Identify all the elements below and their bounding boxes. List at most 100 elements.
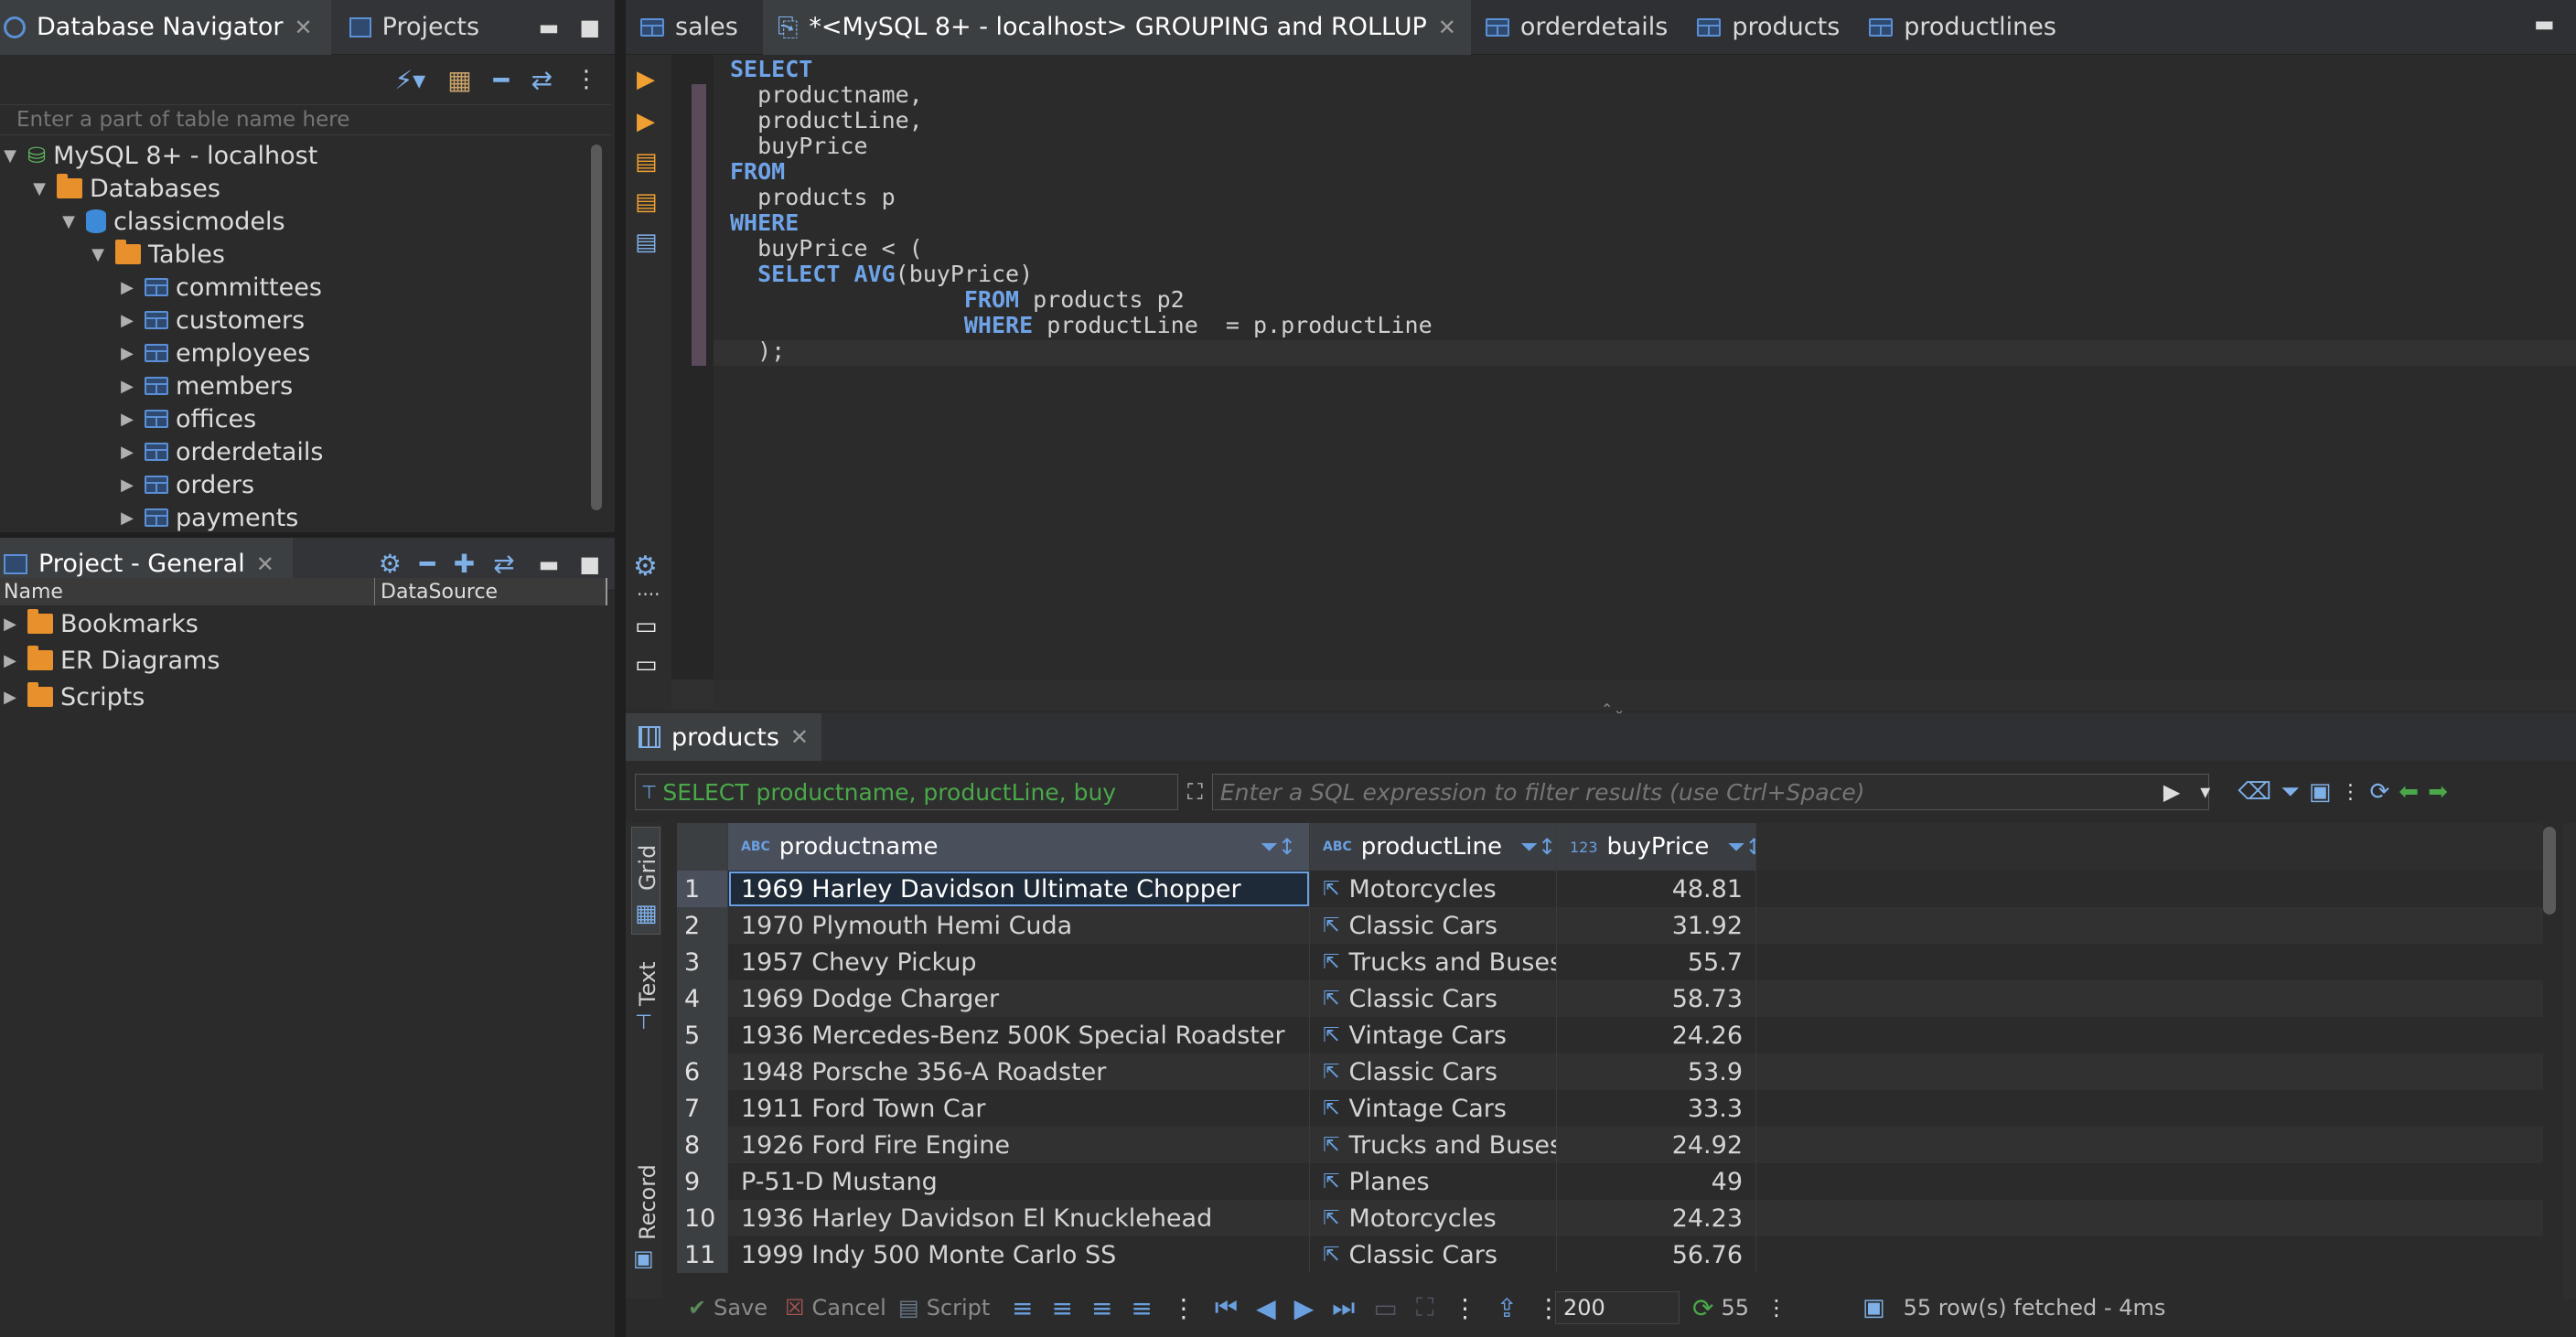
- table-row[interactable]: 5 1936 Mercedes-Benz 500K Special Roadste…: [677, 1017, 2543, 1054]
- clear-filter-icon[interactable]: ⌫: [2238, 778, 2271, 806]
- tree-item[interactable]: ▶ committees: [0, 271, 585, 304]
- new-connection-icon[interactable]: ⚡▾: [394, 65, 425, 95]
- save-filter-icon[interactable]: ▣: [2309, 778, 2332, 806]
- next-page-icon[interactable]: ▶: [1294, 1293, 1315, 1323]
- export-icon[interactable]: ⇪: [1496, 1293, 1517, 1323]
- row-number-header[interactable]: [677, 823, 728, 871]
- tree-item[interactable]: ▼ Tables: [0, 238, 585, 271]
- collapsed-arrow-icon[interactable]: ▶: [0, 688, 20, 707]
- foreign-key-link-icon[interactable]: ⇱: [1323, 1024, 1339, 1047]
- tree-item[interactable]: ▶ orders: [0, 468, 585, 501]
- collapsed-arrow-icon[interactable]: ▶: [117, 377, 137, 396]
- foreign-key-link-icon[interactable]: ⇱: [1323, 915, 1339, 937]
- foreign-key-link-icon[interactable]: ⇱: [1323, 988, 1339, 1011]
- cell-productline[interactable]: ⇱ Classic Cars: [1310, 980, 1557, 1017]
- editor-hscroll[interactable]: [714, 680, 2576, 708]
- cell-productline[interactable]: ⇱ Motorcycles: [1310, 1200, 1557, 1236]
- table-row[interactable]: 11 1999 Indy 500 Monte Carlo SS ⇱ Classic C…: [677, 1236, 2543, 1273]
- editor-tab[interactable]: orderdetails: [1471, 0, 1682, 55]
- collapsed-arrow-icon[interactable]: ▶: [117, 278, 137, 297]
- filter-settings-icon[interactable]: ⏷: [2281, 778, 2300, 807]
- explain-plan-icon[interactable]: ▤: [635, 229, 658, 256]
- foreign-key-link-icon[interactable]: ⇱: [1323, 1171, 1339, 1193]
- more-menu-icon[interactable]: ⋮: [574, 66, 598, 93]
- collapsed-arrow-icon[interactable]: ▶: [117, 311, 137, 330]
- row-number[interactable]: 1: [677, 871, 728, 907]
- execute-in-new-tab-icon[interactable]: ▶: [637, 108, 655, 135]
- row-number[interactable]: 3: [677, 944, 728, 980]
- editor-tab[interactable]: sales: [626, 0, 763, 55]
- cell-productline[interactable]: ⇱ Motorcycles: [1310, 871, 1557, 907]
- cell-productline[interactable]: ⇱ Planes: [1310, 1163, 1557, 1200]
- minimize-icon[interactable]: ▬: [539, 15, 560, 40]
- cell-productline[interactable]: ⇱ Classic Cars: [1310, 907, 1557, 944]
- collapsed-arrow-icon[interactable]: ▶: [117, 344, 137, 363]
- tab-database-navigator[interactable]: Database Navigator ✕: [0, 0, 331, 55]
- close-icon[interactable]: ✕: [790, 724, 809, 750]
- filter-sort-icon[interactable]: ⏷↕: [1261, 834, 1296, 860]
- row-number[interactable]: 11: [677, 1236, 728, 1273]
- expanded-arrow-icon[interactable]: ▼: [29, 179, 49, 198]
- navigator-scrollbar[interactable]: [591, 144, 602, 510]
- more-icon[interactable]: ····: [637, 583, 660, 605]
- tree-item[interactable]: ▶ payments: [0, 501, 585, 532]
- tree-item[interactable]: ▶ offices: [0, 402, 585, 435]
- cell-buyprice[interactable]: 48.81: [1557, 871, 1756, 907]
- cell-buyprice[interactable]: 49: [1557, 1163, 1756, 1200]
- editor-tab[interactable]: productlines: [1854, 0, 2071, 55]
- collapsed-arrow-icon[interactable]: ▶: [117, 508, 137, 528]
- copy-row-icon[interactable]: ≡: [1091, 1293, 1112, 1323]
- tab-projects[interactable]: Projects: [331, 0, 498, 55]
- cell-productline[interactable]: ⇱ Trucks and Buses: [1310, 1127, 1557, 1163]
- tree-item[interactable]: ▶ orderdetails: [0, 435, 585, 468]
- collapsed-arrow-icon[interactable]: ▶: [0, 651, 20, 670]
- table-row[interactable]: 1 1969 Harley Davidson Ultimate Chopper ⇱ M…: [677, 871, 2543, 907]
- script-button[interactable]: ▤ Script: [898, 1289, 990, 1326]
- project-item[interactable]: ▶ Scripts: [0, 680, 145, 713]
- panel-sash-handle[interactable]: ⌃⌄: [1601, 702, 1637, 717]
- first-page-icon[interactable]: ⏮: [1215, 1292, 1238, 1323]
- log-icon[interactable]: ▣: [1862, 1294, 1885, 1321]
- table-filter-input[interactable]: [0, 104, 611, 135]
- results-vscroll[interactable]: [2543, 827, 2556, 915]
- cell-productname[interactable]: 1969 Harley Davidson Ultimate Chopper: [728, 871, 1310, 907]
- save-script-icon[interactable]: ▭: [635, 651, 658, 679]
- cell-productline[interactable]: ⇱ Classic Cars: [1310, 1054, 1557, 1090]
- project-item[interactable]: ▶ Bookmarks: [0, 607, 199, 640]
- tree-item[interactable]: ▼ classicmodels: [0, 205, 585, 238]
- row-number[interactable]: 9: [677, 1163, 728, 1200]
- new-folder-icon[interactable]: ▦: [447, 65, 471, 95]
- last-page-icon[interactable]: ⏭: [1332, 1292, 1355, 1323]
- maximize-results-icon[interactable]: ⛶: [1416, 1292, 1434, 1323]
- foreign-key-link-icon[interactable]: ⇱: [1323, 1061, 1339, 1084]
- more-icon[interactable]: ⋮: [1452, 1293, 1477, 1323]
- row-number[interactable]: 10: [677, 1200, 728, 1236]
- close-icon[interactable]: ✕: [1438, 15, 1456, 40]
- foreign-key-link-icon[interactable]: ⇱: [1323, 1244, 1339, 1267]
- cell-productname[interactable]: 1936 Mercedes-Benz 500K Special Roadster: [728, 1017, 1310, 1054]
- filter-sort-icon[interactable]: ⏷↕: [1520, 834, 1556, 860]
- table-row[interactable]: 8 1926 Ford Fire Engine ⇱ Trucks and Buses 2…: [677, 1127, 2543, 1163]
- row-number[interactable]: 2: [677, 907, 728, 944]
- cell-productname[interactable]: 1936 Harley Davidson El Knucklehead: [728, 1200, 1310, 1236]
- expanded-arrow-icon[interactable]: ▼: [59, 212, 79, 231]
- editor-tab[interactable]: products: [1682, 0, 1854, 55]
- foreign-key-link-icon[interactable]: ⇱: [1323, 1097, 1339, 1120]
- cell-buyprice[interactable]: 33.3: [1557, 1090, 1756, 1127]
- more-icon[interactable]: ⋮: [2340, 781, 2360, 804]
- cell-buyprice[interactable]: 58.73: [1557, 980, 1756, 1017]
- cell-productname[interactable]: 1969 Dodge Charger: [728, 980, 1310, 1017]
- delete-row-icon[interactable]: ≡: [1131, 1293, 1152, 1323]
- cancel-button[interactable]: ☒ Cancel: [785, 1289, 886, 1326]
- table-row[interactable]: 3 1957 Chevy Pickup ⇱ Trucks and Buses 55.7: [677, 944, 2543, 980]
- column-header-productline[interactable]: ABC productLine ⏷↕: [1310, 823, 1557, 871]
- fetch-size-input[interactable]: [1555, 1291, 1680, 1324]
- cell-productline[interactable]: ⇱ Vintage Cars: [1310, 1090, 1557, 1127]
- foreign-key-link-icon[interactable]: ⇱: [1323, 878, 1339, 901]
- execute-statement-icon[interactable]: ▶: [637, 66, 655, 93]
- tree-item[interactable]: ▼ Databases: [0, 172, 585, 205]
- project-name-column-header[interactable]: Name: [0, 578, 375, 605]
- query-preview[interactable]: ⊤ SELECT productname, productLine, buy: [635, 774, 1178, 810]
- cell-productline[interactable]: ⇱ Vintage Cars: [1310, 1017, 1557, 1054]
- refresh-icon[interactable]: ⟳: [2369, 778, 2389, 806]
